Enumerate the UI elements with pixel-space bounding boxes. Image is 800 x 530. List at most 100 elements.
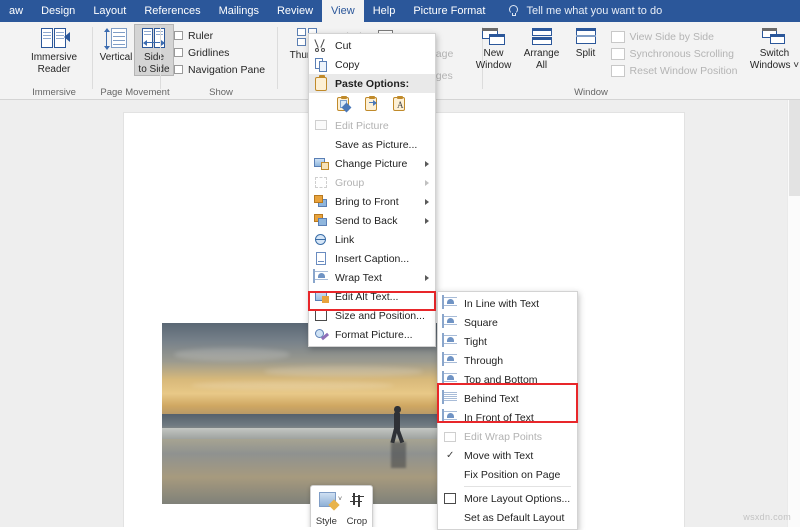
tab-mailings[interactable]: Mailings	[210, 0, 268, 22]
synchronous-scrolling-label: Synchronous Scrolling	[629, 47, 734, 60]
submenu-item-more-layout-options[interactable]: More Layout Options...	[438, 489, 577, 508]
checkbox-ruler[interactable]: Ruler	[174, 27, 213, 44]
scrollbar-thumb[interactable]	[789, 100, 800, 196]
context-menu-item-bring-to-front[interactable]: Bring to Front	[309, 192, 435, 211]
context-menu-label: Bring to Front	[335, 195, 399, 208]
context-menu-item-edit-alt-text[interactable]: Edit Alt Text...	[309, 287, 435, 306]
context-menu-item-group[interactable]: Group	[309, 173, 435, 192]
new-window-label-2: Window	[475, 59, 512, 71]
submenu-label: Top and Bottom	[464, 373, 538, 386]
tab-label: Help	[372, 5, 396, 17]
speaker-icon	[64, 32, 70, 42]
vertical-scrollbar[interactable]	[787, 100, 800, 527]
submenu-item-through[interactable]: Through	[438, 351, 577, 370]
chevron-right-icon	[425, 274, 429, 281]
chevron-down-icon: ˅	[337, 496, 343, 503]
view-side-by-side-item[interactable]: View Side by Side	[610, 28, 738, 45]
tab-help[interactable]: Help	[364, 0, 405, 22]
synchronous-scrolling-icon	[610, 47, 625, 60]
vertical-button[interactable]: Vertical	[97, 25, 135, 64]
context-menu-item-wrap-text[interactable]: Wrap Text	[309, 268, 435, 287]
beach-sunset-photo[interactable]	[162, 323, 452, 504]
split-label: Split	[575, 48, 596, 59]
behind-text-icon	[442, 389, 460, 407]
wrap-text-submenu[interactable]: In Line with Text Square Tight Through T…	[437, 291, 578, 530]
tell-me-label: Tell me what you want to do	[526, 5, 663, 17]
tab-draw[interactable]: aw	[0, 0, 32, 22]
tab-picture-format[interactable]: Picture Format	[404, 0, 494, 22]
split-button[interactable]: Split	[567, 25, 605, 60]
immersive-reader-button[interactable]: Immersive Reader	[25, 25, 83, 75]
checkbox-box	[174, 48, 183, 57]
crop-label: Crop	[346, 515, 368, 527]
checkbox-label: Navigation Pane	[188, 63, 266, 76]
picture-context-menu[interactable]: Cut Copy Paste Options: A Edit Picture S…	[308, 33, 436, 347]
tab-label: Layout	[93, 5, 127, 17]
split-icon	[574, 28, 598, 46]
submenu-item-tight[interactable]: Tight	[438, 332, 577, 351]
tab-layout[interactable]: Layout	[84, 0, 135, 22]
merge-formatting-icon[interactable]	[363, 95, 379, 112]
submenu-item-top-and-bottom[interactable]: Top and Bottom	[438, 370, 577, 389]
context-menu-item-change-picture[interactable]: Change Picture	[309, 154, 435, 173]
arrange-all-button[interactable]: Arrange All	[519, 25, 565, 71]
context-menu-item-format-picture[interactable]: Format Picture...	[309, 325, 435, 344]
switch-windows-icon	[762, 28, 786, 46]
submenu-item-square[interactable]: Square	[438, 313, 577, 332]
submenu-label: More Layout Options...	[464, 492, 571, 505]
context-menu-label: Paste Options:	[335, 77, 410, 90]
keep-text-only-icon[interactable]: A	[391, 95, 407, 112]
checkbox-navigation-pane[interactable]: Navigation Pane	[174, 61, 265, 78]
submenu-item-edit-wrap-points[interactable]: Edit Wrap Points	[438, 427, 577, 446]
context-menu-item-insert-caption[interactable]: Insert Caption...	[309, 249, 435, 268]
context-menu-item-link[interactable]: Link	[309, 230, 435, 249]
checkbox-gridlines[interactable]: Gridlines	[174, 44, 229, 61]
tab-references[interactable]: References	[135, 0, 209, 22]
context-menu-label: Link	[335, 233, 355, 246]
save-as-picture-icon	[313, 137, 331, 153]
tab-design[interactable]: Design	[32, 0, 84, 22]
edit-picture-icon	[313, 118, 331, 134]
context-menu-item-size-and-position[interactable]: Size and Position...	[309, 306, 435, 325]
ribbon-group-page-movement: Vertical Side to Side Page Movement	[96, 22, 174, 100]
submenu-item-in-front-of-text[interactable]: In Front of Text	[438, 408, 577, 427]
tab-view[interactable]: View	[322, 0, 364, 22]
arrange-all-icon	[530, 28, 554, 46]
keep-source-formatting-icon[interactable]	[335, 95, 352, 113]
context-menu-label: Insert Caption...	[335, 252, 410, 265]
group-name-page-movement: Page Movement	[100, 87, 170, 98]
context-menu-label: Copy	[335, 58, 360, 71]
context-menu-item-save-as-picture[interactable]: Save as Picture...	[309, 135, 435, 154]
submenu-item-fix-position-on-page[interactable]: Fix Position on Page	[438, 465, 577, 484]
submenu-item-behind-text[interactable]: Behind Text	[438, 389, 577, 408]
style-button[interactable]: ˅	[318, 492, 343, 511]
context-menu-label: Change Picture	[335, 157, 408, 170]
picture-mini-toolbar[interactable]: ˅ Style Crop	[310, 485, 373, 527]
switch-windows-button[interactable]: Switch Windows ˅	[747, 25, 800, 71]
in-front-of-text-icon	[442, 408, 460, 426]
reset-window-position-item[interactable]: Reset Window Position	[610, 62, 737, 79]
submenu-label: Through	[464, 354, 504, 367]
submenu-divider	[464, 486, 571, 487]
synchronous-scrolling-item[interactable]: Synchronous Scrolling	[610, 45, 738, 62]
tell-me-search[interactable]: Tell me what you want to do	[494, 0, 670, 22]
context-menu-item-edit-picture[interactable]: Edit Picture	[309, 116, 435, 135]
submenu-label: Edit Wrap Points	[464, 430, 543, 443]
submenu-label: Tight	[464, 335, 487, 348]
submenu-item-in-line-with-text[interactable]: In Line with Text	[438, 294, 577, 313]
tab-label: Mailings	[218, 5, 259, 17]
submenu-label: Move with Text	[464, 449, 534, 462]
crop-button[interactable]	[350, 492, 365, 507]
photo-cloud	[173, 348, 290, 361]
view-side-by-side-label: View Side by Side	[629, 30, 714, 43]
context-menu-item-send-to-back[interactable]: Send to Back	[309, 211, 435, 230]
submenu-item-set-as-default-layout[interactable]: Set as Default Layout	[438, 508, 577, 527]
submenu-item-move-with-text[interactable]: ✓ Move with Text	[438, 446, 577, 465]
context-menu-item-cut[interactable]: Cut	[309, 36, 435, 55]
new-window-button[interactable]: New Window	[471, 25, 517, 71]
new-window-label-1: New	[483, 48, 504, 59]
group-name-immersive: Immersive	[32, 87, 76, 98]
tab-review[interactable]: Review	[268, 0, 322, 22]
alt-text-icon	[313, 289, 331, 305]
context-menu-item-copy[interactable]: Copy	[309, 55, 435, 74]
